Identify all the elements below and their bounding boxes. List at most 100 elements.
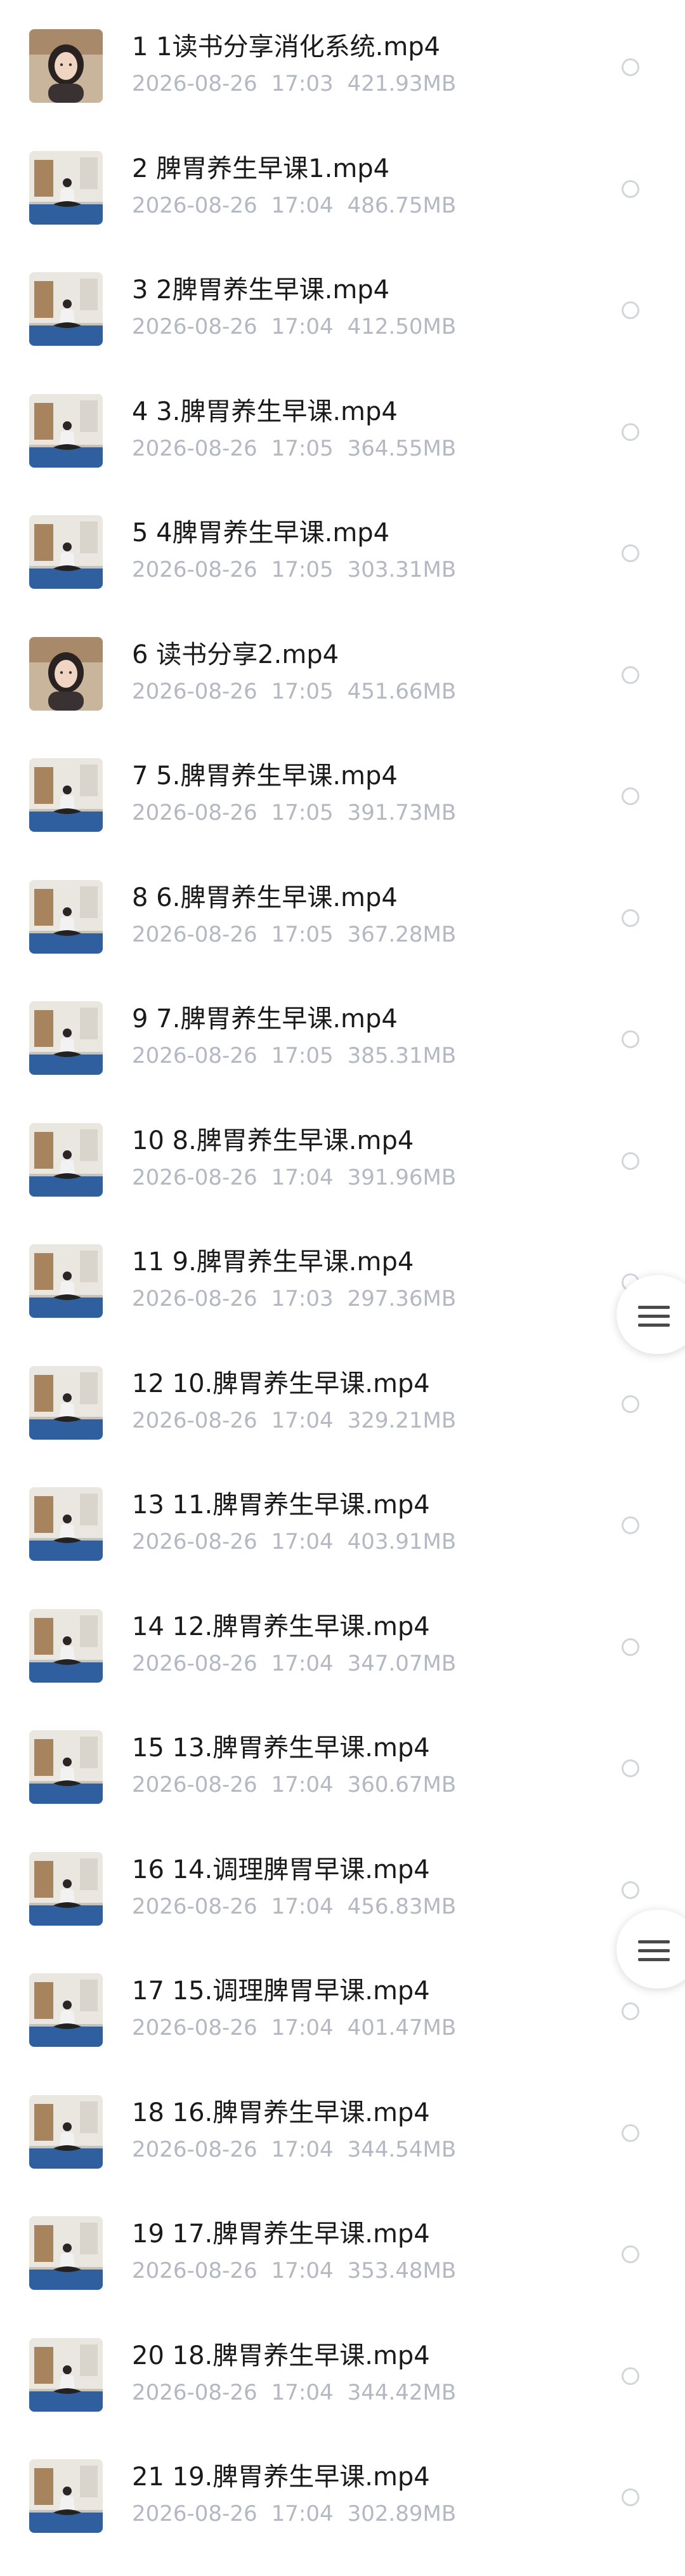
file-meta: 2026-08-26 17:04 347.07MB	[132, 1651, 456, 1676]
file-name: 11 9.脾胃养生早课.mp4	[132, 1247, 414, 1277]
select-radio[interactable]	[622, 1516, 639, 1534]
yoga-thumbnail-art	[29, 1730, 103, 1804]
select-radio[interactable]	[622, 1152, 639, 1170]
select-radio[interactable]	[622, 1881, 639, 1899]
file-time: 17:05	[271, 678, 334, 704]
yoga-thumbnail-art	[29, 150, 103, 225]
select-radio[interactable]	[622, 1030, 639, 1048]
file-time: 17:04	[271, 2501, 334, 2527]
file-date: 2026-08-26	[132, 1772, 258, 1797]
select-radio[interactable]	[622, 2002, 639, 2020]
file-size: 421.93MB	[347, 71, 457, 96]
file-date: 2026-08-26	[132, 2501, 258, 2527]
select-radio[interactable]	[622, 1759, 639, 1777]
file-date: 2026-08-26	[132, 2136, 258, 2162]
select-radio[interactable]	[622, 909, 639, 927]
file-meta: 2026-08-26 17:03 421.93MB	[132, 71, 456, 96]
file-size: 385.31MB	[347, 1043, 457, 1068]
file-size: 360.67MB	[347, 1772, 457, 1797]
list-item[interactable]: 3 2脾胃养生早课.mp4 2026-08-26 17:04 412.50MB	[0, 243, 685, 364]
list-item[interactable]: 15 13.脾胃养生早课.mp4 2026-08-26 17:04 360.67MB	[0, 1701, 685, 1822]
file-time: 17:04	[271, 2258, 334, 2284]
yoga-thumbnail-art	[29, 879, 103, 954]
select-radio[interactable]	[622, 301, 639, 319]
file-meta: 2026-08-26 17:04 353.48MB	[132, 2258, 456, 2284]
list-item[interactable]: 8 6.脾胃养生早课.mp4 2026-08-26 17:05 367.28MB	[0, 851, 685, 971]
video-thumbnail	[29, 393, 103, 468]
list-item[interactable]: 5 4脾胃养生早课.mp4 2026-08-26 17:05 303.31MB	[0, 486, 685, 607]
select-radio[interactable]	[622, 1638, 639, 1656]
select-radio[interactable]	[622, 180, 639, 198]
file-date: 2026-08-26	[132, 2258, 258, 2284]
file-date: 2026-08-26	[132, 314, 258, 339]
yoga-thumbnail-art	[29, 2459, 103, 2533]
list-item[interactable]: 19 17.脾胃养生早课.mp4 2026-08-26 17:04 353.48MB	[0, 2187, 685, 2308]
list-item[interactable]: 14 12.脾胃养生早课.mp4 2026-08-26 17:04 347.07MB	[0, 1580, 685, 1700]
list-item[interactable]: 10 8.脾胃养生早课.mp4 2026-08-26 17:04 391.96MB	[0, 1094, 685, 1214]
file-name: 15 13.脾胃养生早课.mp4	[132, 1733, 430, 1763]
file-meta: 2026-08-26 17:04 360.67MB	[132, 1772, 456, 1797]
list-item[interactable]: 6 读书分享2.mp4 2026-08-26 17:05 451.66MB	[0, 608, 685, 728]
file-time: 17:04	[271, 2015, 334, 2040]
select-radio[interactable]	[622, 423, 639, 441]
file-name: 2 脾胃养生早课1.mp4	[132, 154, 390, 183]
yoga-thumbnail-art	[29, 2337, 103, 2412]
video-thumbnail	[29, 1608, 103, 1683]
select-radio[interactable]	[622, 1395, 639, 1413]
file-size: 401.47MB	[347, 2015, 457, 2040]
list-item[interactable]: 21 19.脾胃养生早课.mp4 2026-08-26 17:04 302.89MB	[0, 2430, 685, 2551]
list-item[interactable]: 1 1读书分享消化系统.mp4 2026-08-26 17:03 421.93MB	[0, 0, 685, 121]
select-radio[interactable]	[622, 666, 639, 684]
video-thumbnail	[29, 2459, 103, 2533]
list-item[interactable]: 2 脾胃养生早课1.mp4 2026-08-26 17:04 486.75MB	[0, 122, 685, 242]
video-thumbnail	[29, 2216, 103, 2290]
video-thumbnail	[29, 1487, 103, 1561]
select-radio[interactable]	[622, 544, 639, 562]
file-date: 2026-08-26	[132, 1893, 258, 1919]
file-date: 2026-08-26	[132, 800, 258, 825]
select-radio[interactable]	[622, 2245, 639, 2263]
list-item[interactable]: 7 5.脾胃养生早课.mp4 2026-08-26 17:05 391.73MB	[0, 729, 685, 850]
select-radio[interactable]	[622, 2367, 639, 2385]
file-name: 17 15.调理脾胃早课.mp4	[132, 1976, 430, 2006]
file-size: 391.73MB	[347, 800, 457, 825]
list-item[interactable]: 17 15.调理脾胃早课.mp4 2026-08-26 17:04 401.47MB	[0, 1944, 685, 2065]
file-size: 451.66MB	[347, 678, 457, 704]
file-size: 329.21MB	[347, 1407, 457, 1433]
select-radio[interactable]	[622, 2124, 639, 2142]
file-size: 486.75MB	[347, 192, 457, 218]
file-meta: 2026-08-26 17:04 401.47MB	[132, 2015, 456, 2040]
video-thumbnail	[29, 1244, 103, 1318]
file-date: 2026-08-26	[132, 435, 258, 461]
list-item[interactable]: 11 9.脾胃养生早课.mp4 2026-08-26 17:03 297.36MB	[0, 1215, 685, 1336]
file-meta: 2026-08-26 17:04 486.75MB	[132, 193, 456, 218]
video-thumbnail	[29, 1973, 103, 2047]
file-size: 364.55MB	[347, 435, 457, 461]
list-item[interactable]: 12 10.脾胃养生早课.mp4 2026-08-26 17:04 329.21MB	[0, 1337, 685, 1457]
list-item[interactable]: 20 18.脾胃养生早课.mp4 2026-08-26 17:04 344.42MB	[0, 2309, 685, 2429]
select-radio[interactable]	[622, 787, 639, 805]
select-radio[interactable]	[622, 2488, 639, 2506]
file-size: 303.31MB	[347, 557, 457, 582]
video-thumbnail	[29, 879, 103, 954]
file-time: 17:05	[271, 921, 334, 947]
file-size: 391.96MB	[347, 1164, 457, 1190]
file-meta: 2026-08-26 17:05 391.73MB	[132, 800, 456, 825]
file-time: 17:03	[271, 1286, 334, 1311]
file-name: 7 5.脾胃养生早课.mp4	[132, 761, 398, 791]
video-thumbnail	[29, 29, 103, 103]
file-time: 17:04	[271, 1650, 334, 1676]
select-radio[interactable]	[622, 58, 639, 76]
file-size: 302.89MB	[347, 2501, 457, 2527]
list-item[interactable]: 4 3.脾胃养生早课.mp4 2026-08-26 17:05 364.55MB	[0, 365, 685, 485]
file-meta: 2026-08-26 17:05 367.28MB	[132, 922, 456, 947]
video-thumbnail	[29, 2337, 103, 2412]
file-time: 17:04	[271, 1893, 334, 1919]
file-size: 403.91MB	[347, 1529, 457, 1554]
list-item[interactable]: 16 14.调理脾胃早课.mp4 2026-08-26 17:04 456.83MB	[0, 1823, 685, 1943]
file-meta: 2026-08-26 17:05 364.55MB	[132, 436, 456, 461]
list-item[interactable]: 18 16.脾胃养生早课.mp4 2026-08-26 17:04 344.54MB	[0, 2066, 685, 2186]
list-item[interactable]: 13 11.脾胃养生早课.mp4 2026-08-26 17:04 403.91MB	[0, 1458, 685, 1579]
list-item[interactable]: 9 7.脾胃养生早课.mp4 2026-08-26 17:05 385.31MB	[0, 972, 685, 1093]
yoga-thumbnail-art	[29, 758, 103, 832]
